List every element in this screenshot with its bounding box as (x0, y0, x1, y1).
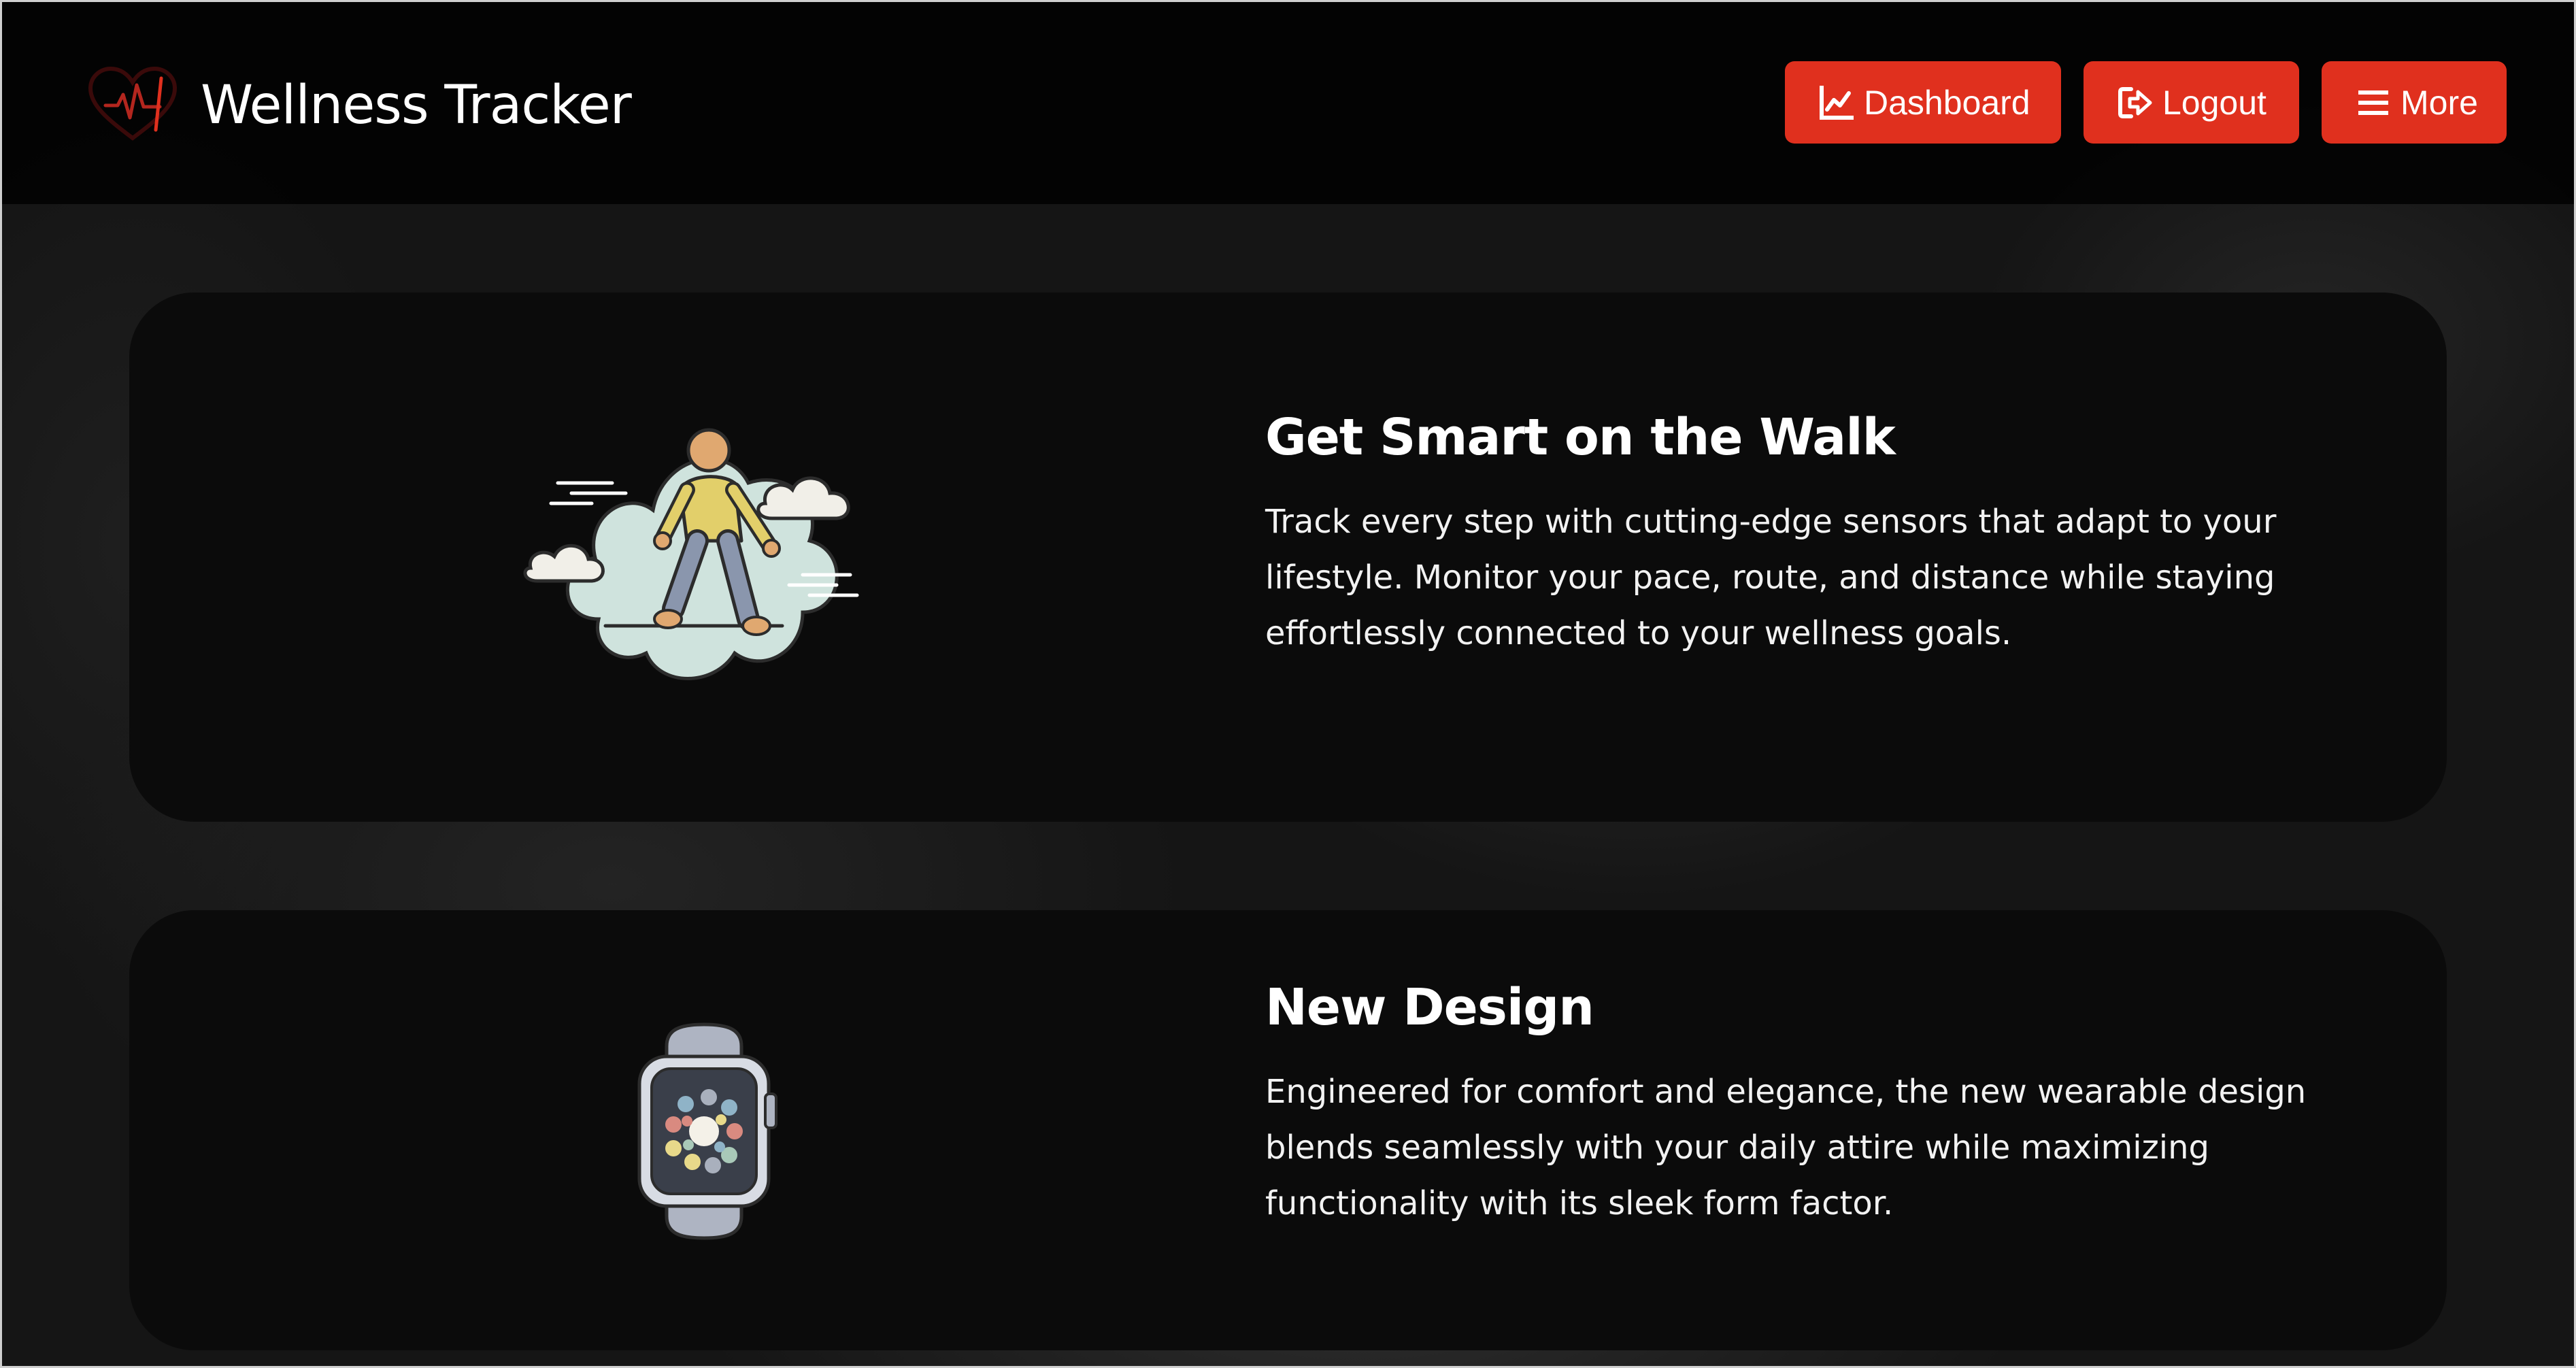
feature-card-walk: Get Smart on the Walk Track every step w… (129, 293, 2447, 822)
watch-illustration (626, 1019, 782, 1244)
more-label: More (2401, 83, 2478, 122)
feature-card-design: New Design Engineered for comfort and el… (129, 910, 2447, 1350)
sign-out-icon (2118, 86, 2152, 118)
hamburger-menu-icon (2358, 90, 2388, 115)
walk-card-text: Get Smart on the Walk Track every step w… (1265, 408, 2394, 661)
design-card-text: New Design Engineered for comfort and el… (1265, 978, 2394, 1231)
heart-pulse-icon (88, 66, 178, 141)
walking-person-clouds-icon (523, 428, 859, 680)
nav-buttons: Dashboard Logout More (1785, 61, 2507, 144)
smartwatch-icon (637, 1022, 777, 1240)
app-title: Wellness Tracker (201, 75, 632, 136)
design-card-title: New Design (1265, 978, 1594, 1037)
dashboard-button[interactable]: Dashboard (1785, 61, 2061, 144)
page: Wellness Tracker Dashboard Logout More G… (0, 0, 2576, 1368)
dashboard-label: Dashboard (1864, 83, 2030, 122)
design-card-body: Engineered for comfort and elegance, the… (1265, 1073, 2307, 1222)
walk-card-title: Get Smart on the Walk (1265, 408, 1896, 467)
brand[interactable]: Wellness Tracker (85, 58, 632, 153)
top-navbar: Wellness Tracker Dashboard Logout More (0, 0, 2576, 204)
more-button[interactable]: More (2322, 61, 2507, 144)
logout-button[interactable]: Logout (2084, 61, 2299, 144)
walk-card-body: Track every step with cutting-edge senso… (1265, 503, 2277, 652)
line-chart-icon (1820, 85, 1854, 120)
walk-illustration (517, 395, 898, 694)
logout-label: Logout (2162, 83, 2266, 122)
